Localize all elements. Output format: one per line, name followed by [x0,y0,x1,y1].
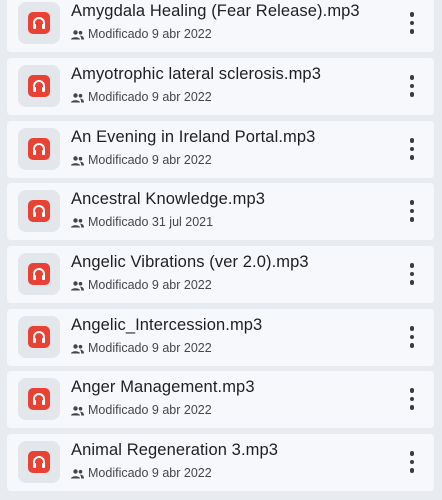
list-item[interactable]: Angelic Vibrations (ver 2.0).mp3 Modific… [7,246,434,303]
audio-file-icon [28,263,50,285]
audio-file-icon [28,138,50,160]
file-name: Ancestral Knowledge.mp3 [71,190,265,208]
file-thumbnail [18,190,60,232]
shared-people-icon [71,30,84,40]
file-modified: Modificado 9 abr 2022 [71,153,212,167]
file-modified: Modificado 9 abr 2022 [71,403,212,417]
modified-date: Modificado 9 abr 2022 [88,466,212,480]
file-thumbnail [18,65,60,107]
file-thumbnail [18,441,60,483]
file-modified: Modificado 9 abr 2022 [71,90,212,104]
file-name: Angelic_Intercession.mp3 [71,316,263,334]
audio-file-icon [28,12,50,34]
modified-date: Modificado 9 abr 2022 [88,403,212,417]
more-options-icon[interactable] [400,136,424,162]
file-thumbnail [18,253,60,295]
file-name: Anger Management.mp3 [71,378,255,396]
modified-date: Modificado 9 abr 2022 [88,341,212,355]
list-item[interactable]: Amygdala Healing (Fear Release).mp3 Modi… [7,0,434,52]
file-name: Animal Regeneration 3.mp3 [71,441,279,459]
modified-date: Modificado 31 jul 2021 [88,215,214,229]
shared-people-icon [71,156,84,166]
file-thumbnail [18,316,60,358]
file-modified: Modificado 9 abr 2022 [71,341,212,355]
list-item[interactable]: Amyotrophic lateral sclerosis.mp3 Modifi… [7,58,434,115]
shared-people-icon [71,469,84,479]
list-item[interactable]: Animal Regeneration 3.mp3 Modificado 9 a… [7,434,434,491]
more-options-icon[interactable] [400,449,424,475]
file-modified: Modificado 9 abr 2022 [71,466,212,480]
list-item[interactable]: An Evening in Ireland Portal.mp3 Modific… [7,121,434,178]
file-modified: Modificado 9 abr 2022 [71,27,212,41]
shared-people-icon [71,218,84,228]
audio-file-icon [28,200,50,222]
more-options-icon[interactable] [400,261,424,287]
file-thumbnail [18,378,60,420]
file-modified: Modificado 9 abr 2022 [71,278,212,292]
file-thumbnail [18,2,60,44]
shared-people-icon [71,344,84,354]
audio-file-icon [28,451,50,473]
audio-file-icon [28,326,50,348]
shared-people-icon [71,93,84,103]
file-name: An Evening in Ireland Portal.mp3 [71,128,316,146]
list-item[interactable]: Angelic_Intercession.mp3 Modificado 9 ab… [7,309,434,366]
modified-date: Modificado 9 abr 2022 [88,278,212,292]
more-options-icon[interactable] [400,324,424,350]
shared-people-icon [71,281,84,291]
list-item[interactable]: Anger Management.mp3 Modificado 9 abr 20… [7,371,434,428]
file-thumbnail [18,128,60,170]
more-options-icon[interactable] [400,10,424,36]
file-name: Amyotrophic lateral sclerosis.mp3 [71,65,321,83]
file-modified: Modificado 31 jul 2021 [71,215,213,229]
more-options-icon[interactable] [400,73,424,99]
more-options-icon[interactable] [400,386,424,412]
audio-file-icon [28,388,50,410]
modified-date: Modificado 9 abr 2022 [88,90,212,104]
more-options-icon[interactable] [400,198,424,224]
list-item[interactable]: Ancestral Knowledge.mp3 Modificado 31 ju… [7,183,434,240]
modified-date: Modificado 9 abr 2022 [88,27,212,41]
modified-date: Modificado 9 abr 2022 [88,153,212,167]
file-name: Amygdala Healing (Fear Release).mp3 [71,2,360,20]
audio-file-icon [28,75,50,97]
shared-people-icon [71,406,84,416]
file-name: Angelic Vibrations (ver 2.0).mp3 [71,253,309,271]
